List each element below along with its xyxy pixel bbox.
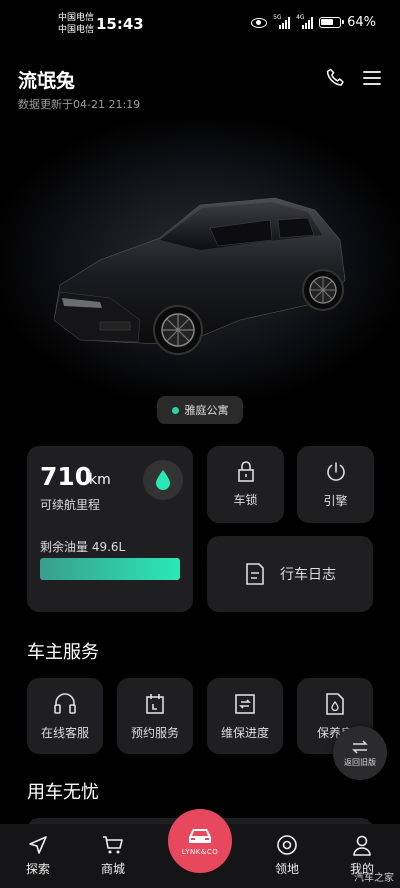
carrier-1: 中国电信 (58, 13, 95, 23)
nav-explore[interactable]: 探索 (8, 834, 68, 877)
service-booking[interactable]: 预约服务 (117, 678, 193, 754)
menu-icon[interactable] (362, 68, 382, 88)
nav-mall[interactable]: 商城 (83, 834, 143, 877)
location-status-dot (171, 406, 179, 414)
car-icon (189, 829, 211, 843)
nav-territory[interactable]: 领地 (257, 834, 317, 877)
service-label: 预约服务 (130, 725, 179, 740)
carrier-labels: 中国电信 中国电信 (58, 12, 94, 36)
drive-log-button[interactable]: 行车日志 (207, 536, 373, 612)
headset-icon (54, 692, 76, 714)
calendar-icon (146, 693, 164, 714)
lock-icon (237, 461, 254, 482)
data-updated-time: 数据更新于04-21 21:19 (18, 98, 141, 111)
brand-label: LYNK&CO (181, 848, 219, 856)
nav-label: 领地 (274, 862, 299, 876)
eye-comfort-icon (251, 17, 268, 28)
battery-percent: 64% (347, 15, 376, 30)
car-image (53, 197, 346, 355)
range-label: 可续航里程 (40, 498, 101, 512)
service-label: 维保进度 (220, 725, 269, 740)
car-hero[interactable] (0, 120, 400, 400)
switch-arrows-icon (352, 739, 368, 754)
back-to-old-version-button[interactable]: 返回旧版 (333, 726, 387, 780)
drive-log-label: 行车日志 (280, 567, 336, 583)
worry-free-title: 用车无忧 (27, 782, 99, 803)
signal-4g-icon: 4G (296, 14, 314, 29)
fuel-drop-icon (143, 460, 183, 500)
watermark: 汽车之家 (354, 873, 394, 884)
range-card[interactable]: 710 km 可续航里程 剩余油量 49.6L (27, 446, 193, 612)
status-icons: 5G 4G 64% (251, 14, 376, 30)
carrier-2: 中国电信 (58, 25, 95, 35)
status-bar: 中国电信 中国电信 15:43 5G 4G 64% (0, 0, 400, 48)
status-time: 15:43 (96, 15, 144, 33)
back-to-old-version-label: 返回旧版 (344, 757, 376, 767)
owner-services-title: 车主服务 (27, 642, 99, 663)
battery-icon (319, 17, 345, 28)
document-icon (326, 692, 344, 715)
nav-label: 商城 (100, 862, 125, 876)
car-location-badge[interactable]: 雅庭公寓 (157, 396, 243, 424)
page-title: 流氓兔 (18, 70, 76, 92)
explore-icon (29, 836, 47, 854)
signal-5g-icon: 5G (273, 14, 291, 29)
power-icon (326, 462, 345, 481)
engine-button[interactable]: 引擎 (297, 446, 374, 523)
progress-icon (235, 693, 255, 714)
car-location-text: 雅庭公寓 (184, 404, 229, 417)
service-online-support[interactable]: 在线客服 (27, 678, 103, 754)
cart-icon (103, 836, 123, 854)
range-unit: km (89, 472, 111, 488)
range-value: 710 (40, 462, 93, 491)
profile-icon (353, 835, 371, 856)
center-car-button[interactable]: LYNK&CO (168, 809, 232, 873)
nav-label: 探索 (25, 862, 50, 876)
engine-label: 引擎 (323, 494, 348, 508)
service-maintenance-progress[interactable]: 维保进度 (207, 678, 283, 754)
fuel-level-bar (40, 558, 180, 580)
car-lock-label: 车锁 (233, 493, 258, 507)
service-label: 在线客服 (40, 725, 89, 740)
log-document-icon (246, 563, 264, 585)
car-lock-button[interactable]: 车锁 (207, 446, 284, 523)
fuel-level-fill (40, 558, 180, 580)
territory-icon (277, 835, 297, 855)
phone-icon[interactable] (324, 66, 348, 90)
fuel-remaining-label: 剩余油量 49.6L (40, 540, 126, 554)
